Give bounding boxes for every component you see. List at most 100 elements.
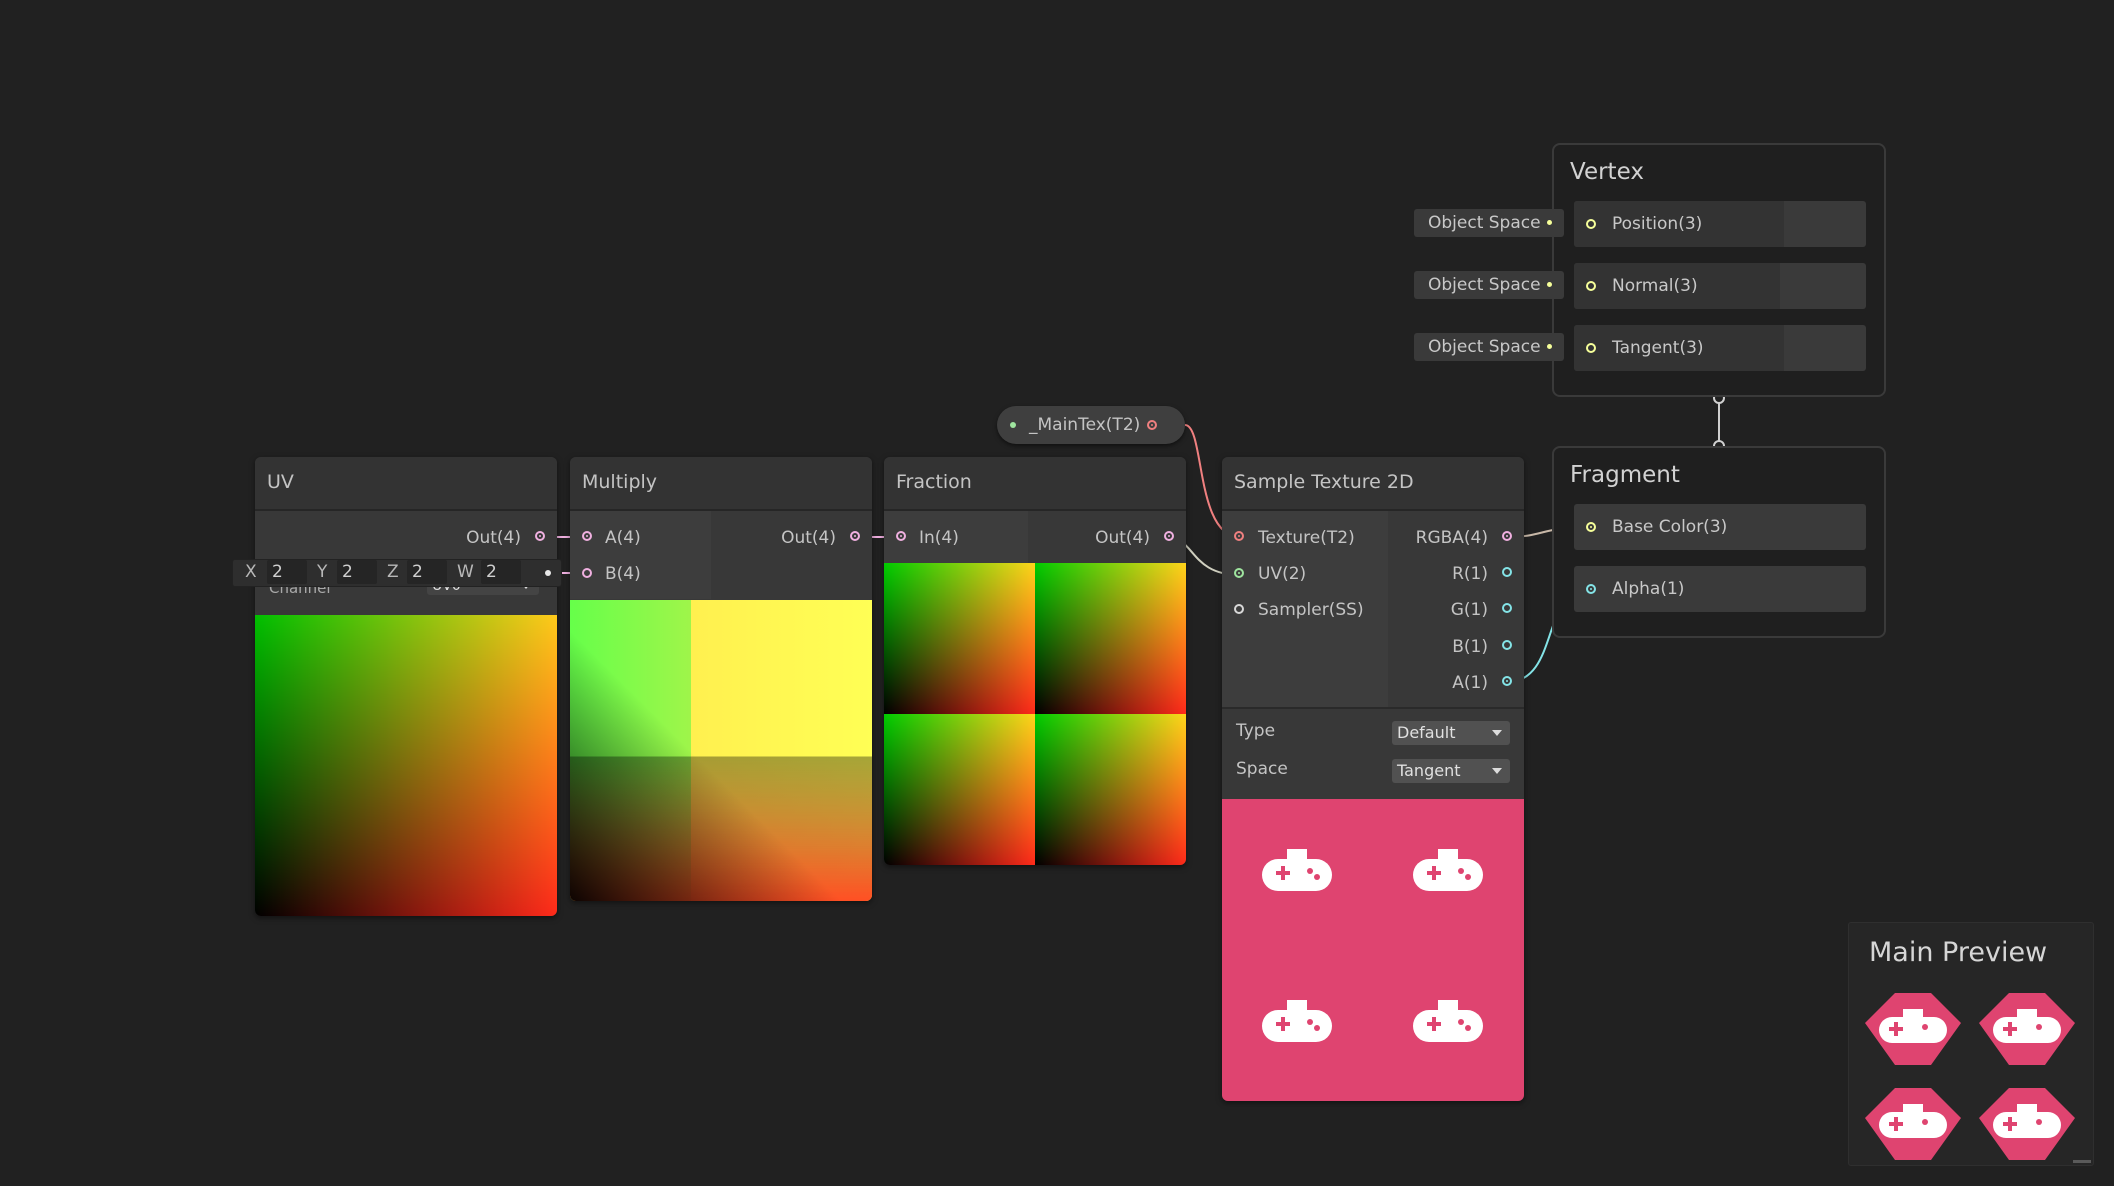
tangent-space-label: Object Space — [1428, 337, 1541, 357]
chevron-down-icon — [1492, 768, 1502, 774]
sample-rgba-out-port[interactable] — [1502, 531, 1512, 541]
uv-node[interactable]: UV Out(4) Channel UV0 — [255, 457, 557, 916]
base-color-port[interactable] — [1586, 522, 1596, 532]
property-out-port[interactable] — [1147, 420, 1157, 430]
tangent-port[interactable] — [1586, 343, 1596, 353]
sample-type-dropdown[interactable]: Default — [1392, 721, 1510, 745]
uv-out-label: Out(4) — [466, 528, 521, 548]
property-label: _MainTex(T2) — [1029, 415, 1141, 435]
uv-preview — [255, 615, 557, 916]
position-space-badge[interactable]: Object Space — [1414, 209, 1564, 237]
fragment-block-alpha[interactable]: Alpha(1) — [1574, 566, 1866, 612]
main-preview-window[interactable]: Main Preview — [1848, 922, 2094, 1166]
vector-z-field[interactable]: 2 — [407, 560, 447, 584]
main-preview-render — [1865, 993, 2075, 1160]
fraction-preview — [884, 563, 1186, 865]
fraction-out-port[interactable] — [1164, 531, 1174, 541]
gamepad-icon — [1413, 849, 1483, 891]
maintex-property-node[interactable]: _MainTex(T2) — [997, 406, 1185, 444]
multiply-b-label: B(4) — [605, 564, 641, 584]
normal-space-badge[interactable]: Object Space — [1414, 271, 1564, 299]
sample-sampler-in-label: Sampler(SS) — [1258, 600, 1364, 620]
position-space-label: Object Space — [1428, 213, 1541, 233]
tangent-space-badge[interactable]: Object Space — [1414, 333, 1564, 361]
tangent-space-dot — [1547, 344, 1552, 349]
vertex-block-tangent[interactable]: Tangent(3) — [1574, 325, 1866, 371]
sample-texture-header[interactable]: Sample Texture 2D — [1222, 457, 1524, 511]
sample-sampler-in-port[interactable] — [1234, 604, 1244, 614]
sample-a-out-port[interactable] — [1502, 676, 1512, 686]
vector-x-field[interactable]: 2 — [267, 560, 307, 584]
alpha-label: Alpha(1) — [1612, 579, 1685, 599]
multiply-node[interactable]: Multiply A(4) B(4) Out(4) — [570, 457, 872, 901]
uv-out-port[interactable] — [535, 531, 545, 541]
sample-texture-in-port[interactable] — [1234, 531, 1244, 541]
position-space-dot — [1547, 220, 1552, 225]
gamepad-icon — [1979, 993, 2075, 1065]
vector-y-field[interactable]: 2 — [337, 560, 377, 584]
sample-r-out-port[interactable] — [1502, 567, 1512, 577]
position-port[interactable] — [1586, 219, 1596, 229]
sample-b-out-port[interactable] — [1502, 640, 1512, 650]
fraction-tile-1 — [884, 563, 1035, 714]
vertex-block-normal[interactable]: Normal(3) — [1574, 263, 1866, 309]
sample-g-out-port[interactable] — [1502, 603, 1512, 613]
multiply-a-label: A(4) — [605, 528, 641, 548]
main-preview-title: Main Preview — [1869, 937, 2048, 968]
sample-g-label: G(1) — [1450, 600, 1488, 620]
multiply-out-port[interactable] — [850, 531, 860, 541]
fraction-in-label: In(4) — [919, 528, 959, 548]
multiply-node-header[interactable]: Multiply — [570, 457, 872, 511]
sample-texture-preview — [1222, 799, 1524, 1101]
chevron-down-icon — [1492, 730, 1502, 736]
gamepad-icon — [1413, 1000, 1483, 1042]
gamepad-icon — [1865, 1088, 1961, 1160]
normal-space-dot — [1547, 282, 1552, 287]
sample-space-dropdown[interactable]: Tangent — [1392, 759, 1510, 783]
fraction-node-header[interactable]: Fraction — [884, 457, 1186, 511]
base-color-label: Base Color(3) — [1612, 517, 1728, 537]
fraction-node-title: Fraction — [896, 471, 972, 493]
uv-node-header[interactable]: UV — [255, 457, 557, 511]
tangent-label: Tangent(3) — [1612, 338, 1704, 358]
shader-graph-canvas[interactable]: UV Out(4) Channel UV0 X 2 Y 2 Z 2 W 2 Mu… — [0, 0, 2114, 1186]
multiply-a-port[interactable] — [582, 531, 592, 541]
sample-texture-in-label: Texture(T2) — [1258, 528, 1355, 548]
normal-port[interactable] — [1586, 281, 1596, 291]
multiply-node-title: Multiply — [582, 471, 658, 493]
sample-r-label: R(1) — [1452, 564, 1488, 584]
gamepad-icon — [1865, 993, 1961, 1065]
normal-space-label: Object Space — [1428, 275, 1541, 295]
vertex-block-position[interactable]: Position(3) — [1574, 201, 1866, 247]
fraction-node[interactable]: Fraction In(4) Out(4) — [884, 457, 1186, 865]
sample-type-value: Default — [1397, 723, 1456, 742]
vector-out-port[interactable] — [545, 570, 551, 576]
sample-uv-in-label: UV(2) — [1258, 564, 1307, 584]
multiply-preview-dark — [570, 600, 872, 901]
vector4-input[interactable]: X 2 Y 2 Z 2 W 2 — [232, 559, 562, 587]
vector-y-label: Y — [317, 562, 328, 582]
multiply-b-port[interactable] — [582, 568, 592, 578]
fraction-out-label: Out(4) — [1095, 528, 1150, 548]
vector-w-field[interactable]: 2 — [481, 560, 521, 584]
sample-uv-in-port[interactable] — [1234, 568, 1244, 578]
multiply-out-label: Out(4) — [781, 528, 836, 548]
vector-z-label: Z — [387, 562, 399, 582]
sample-b-label: B(1) — [1452, 637, 1488, 657]
fraction-tile-3 — [884, 714, 1035, 865]
sample-space-value: Tangent — [1397, 761, 1461, 780]
sample-space-label: Space — [1236, 759, 1288, 779]
vertex-title: Vertex — [1570, 159, 1644, 185]
position-label: Position(3) — [1612, 214, 1703, 234]
fragment-block-base-color[interactable]: Base Color(3) — [1574, 504, 1866, 550]
vector-x-label: X — [245, 562, 257, 582]
vertex-stack[interactable]: Vertex Position(3) Normal(3) Tangent(3) — [1552, 143, 1886, 397]
fraction-in-port[interactable] — [896, 531, 906, 541]
sample-texture-2d-node[interactable]: Sample Texture 2D Texture(T2) UV(2) Samp… — [1222, 457, 1524, 1101]
fragment-stack[interactable]: Fragment Base Color(3) Alpha(1) — [1552, 446, 1886, 638]
sample-type-label: Type — [1236, 721, 1276, 741]
alpha-port[interactable] — [1586, 584, 1596, 594]
gamepad-icon — [1262, 849, 1332, 891]
resize-handle[interactable] — [2073, 1160, 2091, 1163]
property-in-dot — [1010, 422, 1016, 428]
